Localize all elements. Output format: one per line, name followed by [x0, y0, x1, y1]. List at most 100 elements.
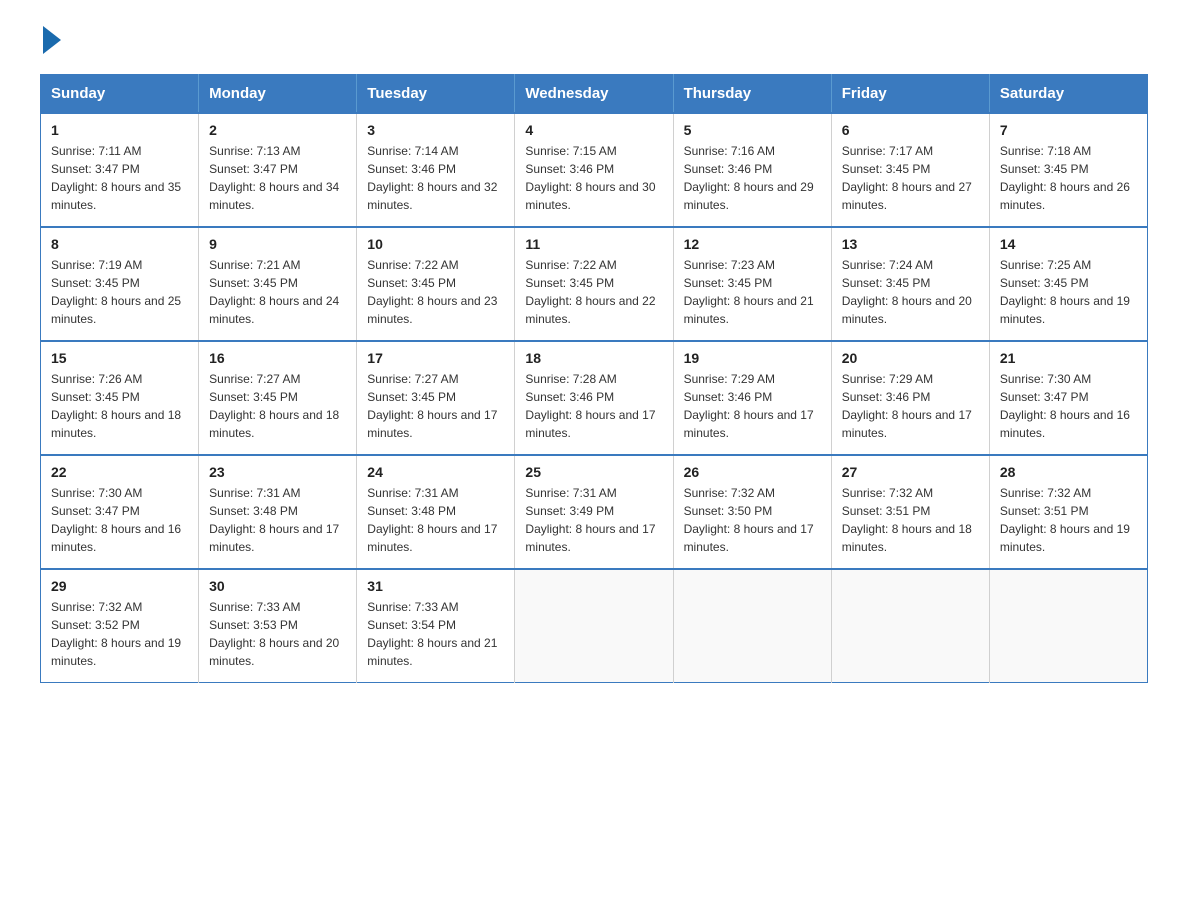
day-info: Sunrise: 7:28 AMSunset: 3:46 PMDaylight:… — [525, 372, 655, 440]
day-of-week-header: Friday — [831, 75, 989, 114]
day-info: Sunrise: 7:27 AMSunset: 3:45 PMDaylight:… — [367, 372, 497, 440]
day-of-week-header: Wednesday — [515, 75, 673, 114]
logo-arrow-icon — [43, 26, 61, 54]
calendar-week-row: 8 Sunrise: 7:19 AMSunset: 3:45 PMDayligh… — [41, 227, 1148, 341]
day-of-week-header: Sunday — [41, 75, 199, 114]
day-number: 1 — [51, 122, 188, 138]
calendar-day-cell: 31 Sunrise: 7:33 AMSunset: 3:54 PMDaylig… — [357, 569, 515, 683]
calendar-day-cell: 21 Sunrise: 7:30 AMSunset: 3:47 PMDaylig… — [989, 341, 1147, 455]
day-info: Sunrise: 7:32 AMSunset: 3:51 PMDaylight:… — [842, 486, 972, 554]
day-info: Sunrise: 7:17 AMSunset: 3:45 PMDaylight:… — [842, 144, 972, 212]
calendar-day-cell: 26 Sunrise: 7:32 AMSunset: 3:50 PMDaylig… — [673, 455, 831, 569]
calendar-day-cell: 29 Sunrise: 7:32 AMSunset: 3:52 PMDaylig… — [41, 569, 199, 683]
day-number: 12 — [684, 236, 821, 252]
day-info: Sunrise: 7:33 AMSunset: 3:53 PMDaylight:… — [209, 600, 339, 668]
day-number: 30 — [209, 578, 346, 594]
day-number: 23 — [209, 464, 346, 480]
day-number: 22 — [51, 464, 188, 480]
day-number: 19 — [684, 350, 821, 366]
day-info: Sunrise: 7:13 AMSunset: 3:47 PMDaylight:… — [209, 144, 339, 212]
calendar-day-cell: 14 Sunrise: 7:25 AMSunset: 3:45 PMDaylig… — [989, 227, 1147, 341]
day-number: 9 — [209, 236, 346, 252]
calendar-day-cell: 11 Sunrise: 7:22 AMSunset: 3:45 PMDaylig… — [515, 227, 673, 341]
day-info: Sunrise: 7:29 AMSunset: 3:46 PMDaylight:… — [842, 372, 972, 440]
day-info: Sunrise: 7:32 AMSunset: 3:51 PMDaylight:… — [1000, 486, 1130, 554]
day-of-week-header: Thursday — [673, 75, 831, 114]
calendar-day-cell — [673, 569, 831, 683]
day-number: 18 — [525, 350, 662, 366]
calendar-day-cell: 16 Sunrise: 7:27 AMSunset: 3:45 PMDaylig… — [199, 341, 357, 455]
calendar-day-cell: 12 Sunrise: 7:23 AMSunset: 3:45 PMDaylig… — [673, 227, 831, 341]
day-info: Sunrise: 7:23 AMSunset: 3:45 PMDaylight:… — [684, 258, 814, 326]
calendar-day-cell: 24 Sunrise: 7:31 AMSunset: 3:48 PMDaylig… — [357, 455, 515, 569]
calendar-day-cell: 5 Sunrise: 7:16 AMSunset: 3:46 PMDayligh… — [673, 113, 831, 227]
day-info: Sunrise: 7:31 AMSunset: 3:48 PMDaylight:… — [209, 486, 339, 554]
calendar-day-cell: 8 Sunrise: 7:19 AMSunset: 3:45 PMDayligh… — [41, 227, 199, 341]
day-info: Sunrise: 7:21 AMSunset: 3:45 PMDaylight:… — [209, 258, 339, 326]
calendar-day-cell: 27 Sunrise: 7:32 AMSunset: 3:51 PMDaylig… — [831, 455, 989, 569]
day-info: Sunrise: 7:30 AMSunset: 3:47 PMDaylight:… — [51, 486, 181, 554]
calendar-day-cell: 6 Sunrise: 7:17 AMSunset: 3:45 PMDayligh… — [831, 113, 989, 227]
day-info: Sunrise: 7:27 AMSunset: 3:45 PMDaylight:… — [209, 372, 339, 440]
day-info: Sunrise: 7:32 AMSunset: 3:50 PMDaylight:… — [684, 486, 814, 554]
calendar-day-cell: 25 Sunrise: 7:31 AMSunset: 3:49 PMDaylig… — [515, 455, 673, 569]
day-number: 15 — [51, 350, 188, 366]
calendar-week-row: 15 Sunrise: 7:26 AMSunset: 3:45 PMDaylig… — [41, 341, 1148, 455]
calendar-day-cell: 3 Sunrise: 7:14 AMSunset: 3:46 PMDayligh… — [357, 113, 515, 227]
day-number: 27 — [842, 464, 979, 480]
day-info: Sunrise: 7:16 AMSunset: 3:46 PMDaylight:… — [684, 144, 814, 212]
calendar-day-cell: 7 Sunrise: 7:18 AMSunset: 3:45 PMDayligh… — [989, 113, 1147, 227]
day-number: 8 — [51, 236, 188, 252]
day-number: 28 — [1000, 464, 1137, 480]
day-of-week-header: Saturday — [989, 75, 1147, 114]
day-number: 5 — [684, 122, 821, 138]
calendar-day-cell: 23 Sunrise: 7:31 AMSunset: 3:48 PMDaylig… — [199, 455, 357, 569]
day-number: 26 — [684, 464, 821, 480]
day-info: Sunrise: 7:31 AMSunset: 3:48 PMDaylight:… — [367, 486, 497, 554]
day-of-week-header: Monday — [199, 75, 357, 114]
calendar-day-cell — [515, 569, 673, 683]
day-number: 7 — [1000, 122, 1137, 138]
day-number: 10 — [367, 236, 504, 252]
day-info: Sunrise: 7:31 AMSunset: 3:49 PMDaylight:… — [525, 486, 655, 554]
calendar-day-cell: 30 Sunrise: 7:33 AMSunset: 3:53 PMDaylig… — [199, 569, 357, 683]
calendar-day-cell: 19 Sunrise: 7:29 AMSunset: 3:46 PMDaylig… — [673, 341, 831, 455]
day-number: 4 — [525, 122, 662, 138]
calendar-day-cell: 10 Sunrise: 7:22 AMSunset: 3:45 PMDaylig… — [357, 227, 515, 341]
calendar-day-cell — [831, 569, 989, 683]
calendar-day-cell: 18 Sunrise: 7:28 AMSunset: 3:46 PMDaylig… — [515, 341, 673, 455]
day-info: Sunrise: 7:22 AMSunset: 3:45 PMDaylight:… — [367, 258, 497, 326]
day-info: Sunrise: 7:22 AMSunset: 3:45 PMDaylight:… — [525, 258, 655, 326]
day-number: 25 — [525, 464, 662, 480]
calendar-day-cell: 1 Sunrise: 7:11 AMSunset: 3:47 PMDayligh… — [41, 113, 199, 227]
day-info: Sunrise: 7:18 AMSunset: 3:45 PMDaylight:… — [1000, 144, 1130, 212]
day-info: Sunrise: 7:25 AMSunset: 3:45 PMDaylight:… — [1000, 258, 1130, 326]
logo — [40, 30, 61, 54]
day-number: 20 — [842, 350, 979, 366]
calendar-week-row: 1 Sunrise: 7:11 AMSunset: 3:47 PMDayligh… — [41, 113, 1148, 227]
day-number: 6 — [842, 122, 979, 138]
day-of-week-header: Tuesday — [357, 75, 515, 114]
calendar-day-cell: 9 Sunrise: 7:21 AMSunset: 3:45 PMDayligh… — [199, 227, 357, 341]
day-number: 16 — [209, 350, 346, 366]
day-info: Sunrise: 7:30 AMSunset: 3:47 PMDaylight:… — [1000, 372, 1130, 440]
day-number: 3 — [367, 122, 504, 138]
day-info: Sunrise: 7:11 AMSunset: 3:47 PMDaylight:… — [51, 144, 181, 212]
day-number: 29 — [51, 578, 188, 594]
calendar-day-cell: 20 Sunrise: 7:29 AMSunset: 3:46 PMDaylig… — [831, 341, 989, 455]
page-header — [40, 30, 1148, 54]
day-info: Sunrise: 7:26 AMSunset: 3:45 PMDaylight:… — [51, 372, 181, 440]
calendar-day-cell: 28 Sunrise: 7:32 AMSunset: 3:51 PMDaylig… — [989, 455, 1147, 569]
day-info: Sunrise: 7:33 AMSunset: 3:54 PMDaylight:… — [367, 600, 497, 668]
calendar-day-cell: 4 Sunrise: 7:15 AMSunset: 3:46 PMDayligh… — [515, 113, 673, 227]
day-number: 17 — [367, 350, 504, 366]
day-number: 14 — [1000, 236, 1137, 252]
day-number: 24 — [367, 464, 504, 480]
calendar-day-cell: 2 Sunrise: 7:13 AMSunset: 3:47 PMDayligh… — [199, 113, 357, 227]
calendar-day-cell: 13 Sunrise: 7:24 AMSunset: 3:45 PMDaylig… — [831, 227, 989, 341]
day-number: 2 — [209, 122, 346, 138]
calendar-day-cell: 17 Sunrise: 7:27 AMSunset: 3:45 PMDaylig… — [357, 341, 515, 455]
day-info: Sunrise: 7:19 AMSunset: 3:45 PMDaylight:… — [51, 258, 181, 326]
day-info: Sunrise: 7:24 AMSunset: 3:45 PMDaylight:… — [842, 258, 972, 326]
day-number: 13 — [842, 236, 979, 252]
